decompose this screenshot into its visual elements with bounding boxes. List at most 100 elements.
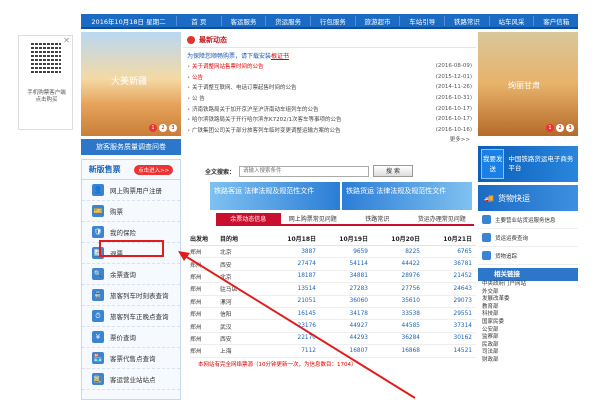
tab-2[interactable]: 铁路常识	[345, 213, 410, 224]
sidebar-item[interactable]: ¥ 票价查询	[82, 327, 180, 348]
table-row[interactable]: 郑州 北京 3887 9659 8225 6765	[190, 246, 476, 259]
news-notice: 为保障您顺畅购票，请下载安装根证书	[187, 53, 290, 60]
news-item[interactable]: 公 告 (2016-10-31)	[183, 93, 476, 104]
column-header: 10月20日	[391, 236, 420, 243]
table-cell: 29551	[453, 310, 472, 317]
link-item[interactable]: 发展改革委	[478, 296, 578, 304]
column-header: 10月19日	[339, 236, 368, 243]
goods-express-banner[interactable]: 🚚 货物快运	[478, 185, 578, 211]
table-cell: 14521	[453, 347, 472, 354]
service-icon	[482, 215, 491, 224]
news-item-title[interactable]: 关于调整互联网、电话订票起售时间的公告	[187, 83, 297, 91]
nav-item-3[interactable]: 行包服务	[310, 15, 355, 26]
table-cell: 北京	[220, 250, 232, 257]
link-item[interactable]: 财政部	[478, 357, 578, 365]
nav-item-2[interactable]: 货运服务	[265, 15, 310, 26]
complain-banner[interactable]: 我要发送 中国铁路货运电子商务平台	[478, 146, 578, 182]
news-item-title[interactable]: 济南铁路局关于加开京沪至沪济南动车组列车的公告	[187, 105, 319, 113]
sidebar-item[interactable]: 🎫 购票	[82, 201, 180, 222]
pager-dot[interactable]: 2	[159, 124, 167, 132]
pager-dot[interactable]: 2	[556, 124, 564, 132]
table-row[interactable]: 郑州 西安 22170 44293 36284 30162	[190, 333, 476, 346]
service-item[interactable]: 主要营业站货运服务信息	[478, 211, 578, 229]
table-row[interactable]: 郑州 西安 27474 54114 44422 36781	[190, 258, 476, 271]
pager-dot[interactable]: 3	[566, 124, 574, 132]
sidebar-item-icon: ⏱	[92, 310, 104, 322]
sidebar-item[interactable]: 🔍 余票查询	[82, 264, 180, 285]
nav-item-1[interactable]: 客运服务	[220, 15, 266, 26]
news-item-title[interactable]: 关于调整网站售票时间的公告	[187, 62, 264, 70]
refund-highlight-box	[99, 240, 164, 257]
table-cell: 18187	[297, 273, 316, 280]
news-more-link[interactable]: 更多>>	[183, 135, 476, 143]
table-row[interactable]: 郑州 北京 18187 34881 28976 21452	[190, 271, 476, 284]
right-panel: 🚚 货物快运 主要营业站货运服务信息 货运运费查询 货物追踪 相关链接 中央政府门户网…	[478, 185, 578, 400]
survey-button[interactable]: 旅客服务质量调查问卷	[81, 139, 181, 155]
news-item[interactable]: 关于调整互联网、电话订票起售时间的公告 (2014-11-26)	[183, 82, 476, 93]
link-item[interactable]: 国家民委	[478, 319, 578, 327]
law-ad-banner[interactable]: 铁路货运 法律法规及规范性文件	[342, 182, 472, 210]
nav-item-6[interactable]: 铁路常识	[444, 15, 489, 26]
enter-button[interactable]: 点击进入>>	[134, 164, 174, 175]
sidebar-item[interactable]: 👤 网上购票用户注册	[82, 180, 180, 201]
news-item-title[interactable]: 广铁集团公司关于部分旅客列车临时变更调整运输方案的公告	[187, 126, 341, 134]
tab-3[interactable]: 货运办理常见问题	[410, 213, 475, 224]
sidebar-item-icon: ¥	[92, 331, 104, 343]
qr-popup: ✕ 手机购票客户端 点击购买	[18, 35, 73, 130]
news-item[interactable]: 广铁集团公司关于部分旅客列车临时变更调整运输方案的公告 (2016-10-16)	[183, 125, 476, 136]
tab-1[interactable]: 网上购票常见问题	[281, 213, 346, 224]
close-icon[interactable]: ✕	[63, 36, 70, 45]
sidebar-item[interactable]: 🏪 客票代售点查询	[82, 348, 180, 369]
service-item[interactable]: 货运运费查询	[478, 229, 578, 247]
banner-left[interactable]: 大美新疆 123	[81, 32, 181, 136]
info-tabs: 余票动态信息 网上购票常见问题 铁路常识 货运办理常见问题	[216, 213, 474, 226]
news-item-title[interactable]: 公 告	[187, 94, 205, 102]
banner-left-label: 大美新疆	[111, 77, 148, 87]
table-row[interactable]: 郑州 武汉 23176 44927 44585 37314	[190, 320, 476, 333]
search-button[interactable]: 搜 索	[373, 165, 414, 177]
table-cell: 郑州	[190, 274, 202, 281]
news-item[interactable]: 哈尔滨铁路局关于开行哈尔滨东K7202/1次客车等事项的公告 (2016-10-1…	[183, 114, 476, 125]
table-row[interactable]: 郑州 驻马店 13514 27283 27756 24643	[190, 283, 476, 296]
table-cell: 7112	[301, 347, 316, 354]
pager-dot[interactable]: 1	[149, 124, 157, 132]
table-cell: 36060	[349, 298, 368, 305]
news-item[interactable]: 公告 (2015-12-01)	[183, 72, 476, 83]
news-item-title[interactable]: 哈尔滨铁路局关于开行哈尔滨东K7202/1次客车等事项的公告	[187, 115, 341, 123]
news-item-date: (2016-10-17)	[435, 116, 472, 123]
sidebar-item[interactable]: 🚆 旅客列车时刻表查询	[82, 285, 180, 306]
table-cell: 武汉	[220, 324, 232, 331]
link-item[interactable]: 中央政府门户网站	[478, 281, 578, 289]
pager-dot[interactable]: 3	[169, 124, 177, 132]
news-item-title[interactable]: 公告	[187, 73, 203, 81]
table-row[interactable]: 郑州 上海 7112 16807 16868 14521	[190, 345, 476, 358]
sidebar-item-label: 旅客列车正晚点查询	[110, 313, 169, 321]
cert-link[interactable]: 根证书	[271, 53, 289, 60]
current-date: 2016年10月18日 星期二	[91, 17, 166, 26]
table-cell: 54114	[349, 261, 368, 268]
nav-item-8[interactable]: 客户信箱	[533, 15, 578, 26]
table-row[interactable]: 郑州 漯河 21051 36060 35610 29073	[190, 296, 476, 308]
link-item[interactable]: 监察部	[478, 334, 578, 342]
table-row[interactable]: 郑州 信阳 16145 34178 33538 29551	[190, 308, 476, 321]
link-item[interactable]: 科技部	[478, 311, 578, 319]
law-ad-banner[interactable]: 铁路客运 法律法规及规范性文件	[210, 182, 340, 210]
nav-item-4[interactable]: 旅游超市	[354, 15, 400, 26]
tab-0[interactable]: 余票动态信息	[216, 213, 281, 224]
link-item[interactable]: 司法部	[478, 349, 578, 357]
table-cell: 36284	[401, 335, 420, 342]
sidebar-list: 👤 网上购票用户注册 🎫 购票 🛡 我的保险 🔄 退票 🔍 余票查询 🚆 旅客列车时刻表查询 ⏱ 旅客列车…	[82, 180, 180, 390]
news-item[interactable]: 关于调整网站售票时间的公告 (2016-08-09)	[183, 61, 476, 72]
search-input[interactable]	[239, 165, 370, 177]
news-item[interactable]: 济南铁路局关于加开京沪至沪济南动车组列车的公告 (2016-10-17)	[183, 103, 476, 114]
banner-right[interactable]: 绚丽甘肃 123	[478, 32, 578, 136]
service-item[interactable]: 货物追踪	[478, 247, 578, 265]
nav-item-0[interactable]: 首 页	[176, 15, 221, 26]
sidebar-item[interactable]: ⏱ 旅客列车正晚点查询	[82, 306, 180, 327]
nav-item-7[interactable]: 站车风采	[488, 15, 534, 26]
sidebar-item[interactable]: 🚉 客运营业站站点	[82, 369, 180, 390]
table-cell: 44585	[401, 323, 420, 330]
news-item-date: (2016-10-17)	[435, 105, 472, 112]
pager-dot[interactable]: 1	[546, 124, 554, 132]
nav-item-5[interactable]: 车站引导	[399, 15, 444, 26]
